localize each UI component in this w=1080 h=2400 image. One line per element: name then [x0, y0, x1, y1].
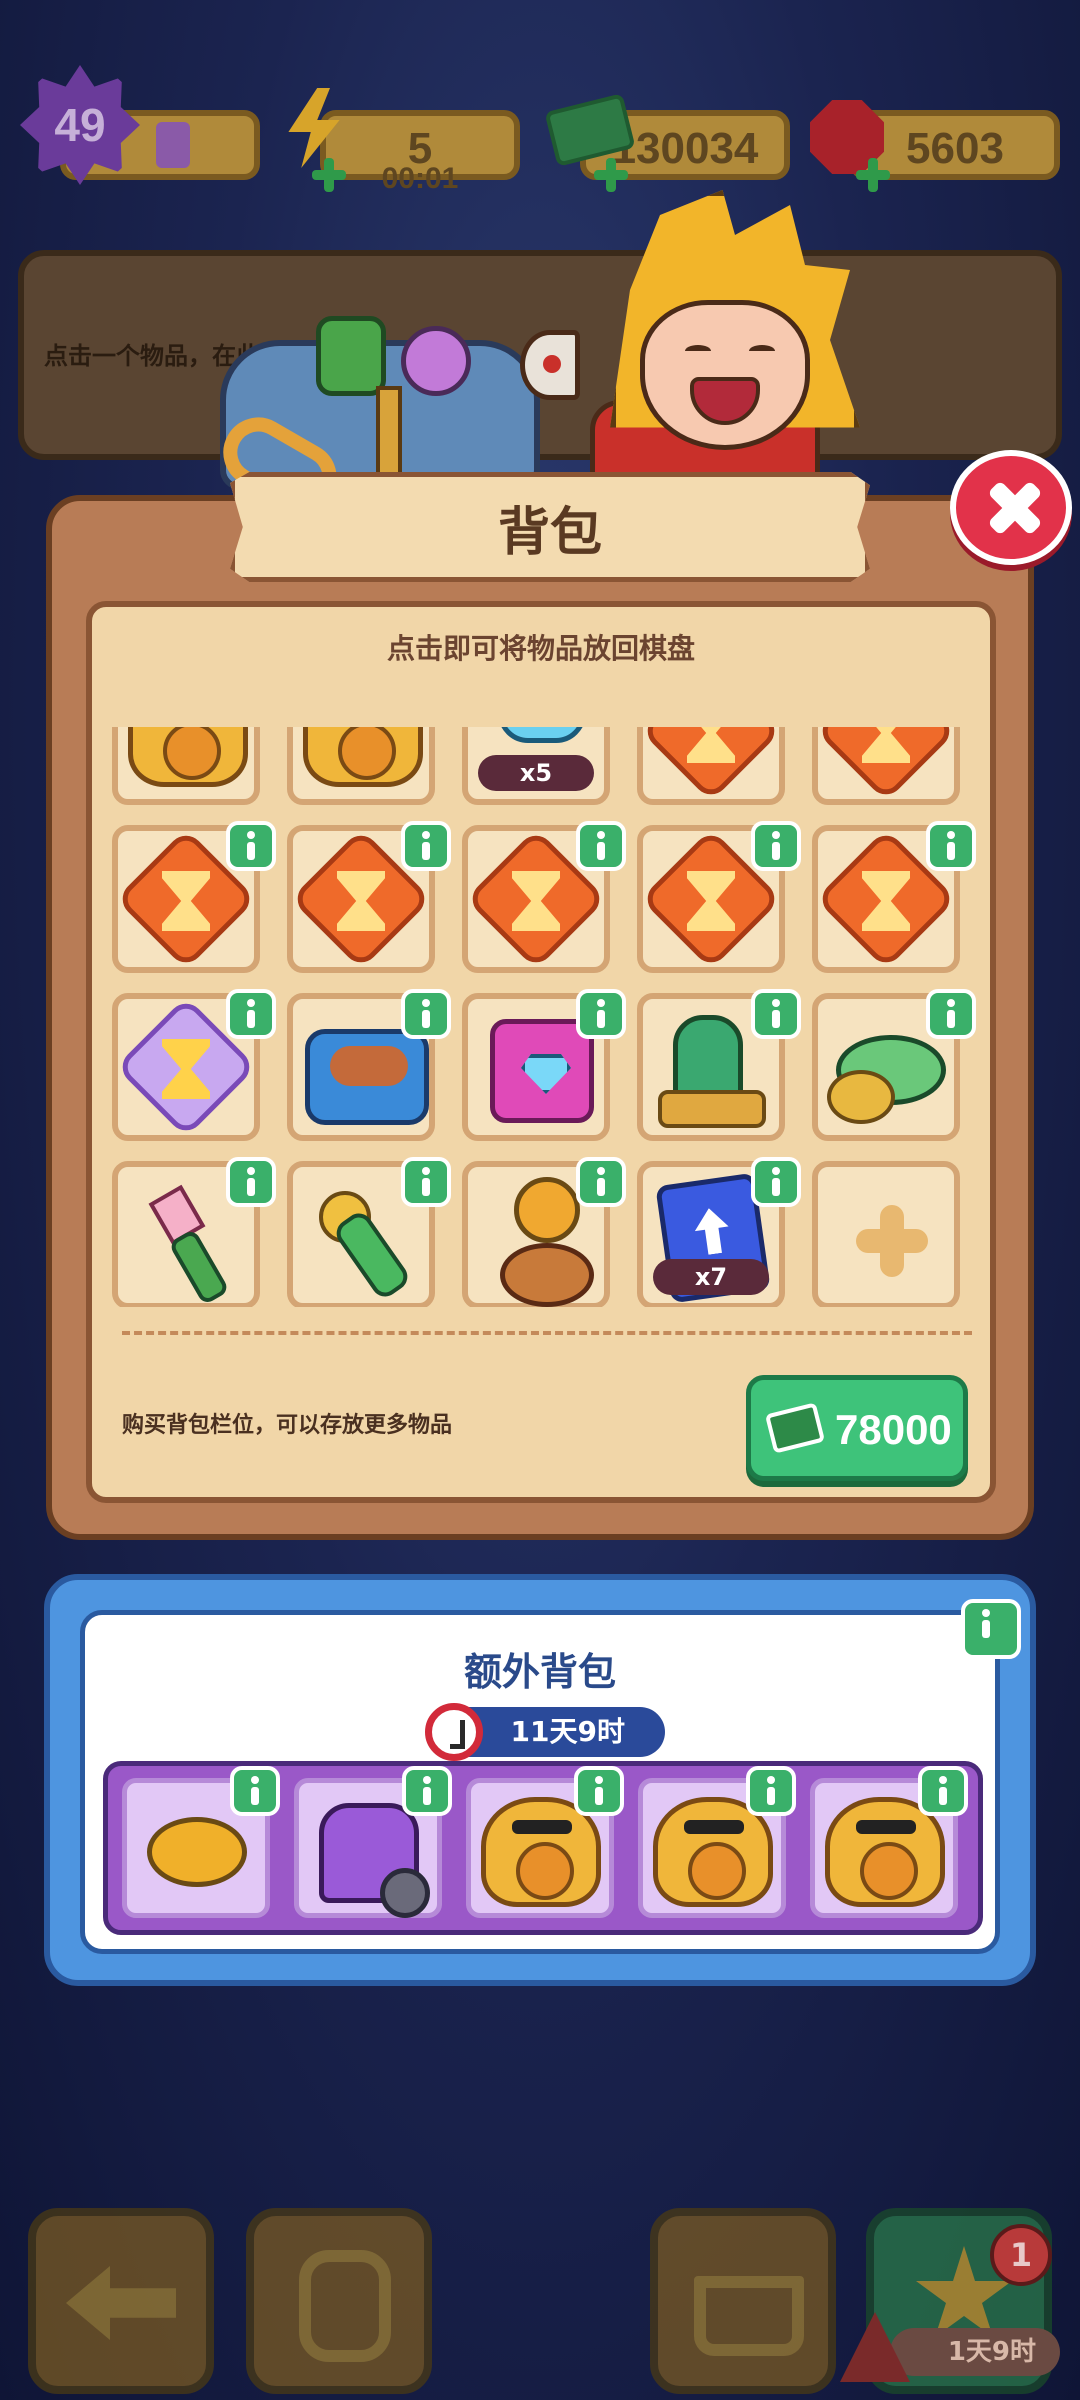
energy-timer: 00:01 — [381, 162, 459, 195]
add-gem-icon[interactable] — [856, 158, 890, 192]
character-eye-right — [749, 345, 775, 357]
extra-bag-timer-text: 11天9时 — [510, 1715, 625, 1748]
buy-slot-price: 78000 — [835, 1406, 952, 1453]
extra-bag-strip — [103, 1761, 983, 1935]
bowl-icon — [827, 1035, 946, 1124]
info-icon[interactable] — [574, 1766, 624, 1816]
backpack-icon — [299, 2250, 391, 2362]
info-icon[interactable] — [926, 989, 976, 1039]
info-icon[interactable] — [576, 1157, 626, 1207]
energy-counter[interactable]: 5 00:01 — [320, 110, 520, 195]
backpack-slot[interactable] — [112, 727, 260, 805]
info-icon[interactable] — [918, 1766, 968, 1816]
character-eye-left — [685, 345, 711, 357]
back-button[interactable] — [28, 2208, 214, 2394]
backpack-title-banner: 背包 — [230, 472, 870, 582]
item-count: x5 — [478, 755, 594, 791]
backpack-slot[interactable] — [812, 727, 960, 805]
lucky-cat-icon — [303, 727, 423, 787]
clock-icon — [425, 1703, 483, 1761]
backpack-slot[interactable] — [287, 727, 435, 805]
extra-bag-panel: 额外背包 11天9时 — [44, 1574, 1036, 1986]
add-energy-icon[interactable] — [312, 158, 346, 192]
info-icon[interactable] — [751, 989, 801, 1039]
gingerbread-icon — [658, 1015, 766, 1128]
backpack-title: 背包 — [497, 502, 602, 563]
divider — [122, 1331, 972, 1335]
info-icon[interactable] — [751, 821, 801, 871]
plus-icon — [856, 1205, 928, 1277]
extra-bag-timer: 11天9时 — [425, 1703, 665, 1761]
bag-gem-icon — [401, 326, 471, 396]
buy-slot-button[interactable]: 78000 — [746, 1375, 968, 1481]
info-icon[interactable] — [402, 1766, 452, 1816]
backpack-inner: 点击即可将物品放回棋盘 x5 x7 购买背包栏位，可以存放更多物品 78000 — [86, 601, 996, 1503]
arrow-left-icon — [66, 2266, 176, 2340]
info-icon[interactable] — [230, 1766, 280, 1816]
item-count: x7 — [653, 1259, 769, 1295]
xp-fill — [156, 122, 190, 168]
info-icon[interactable] — [401, 821, 451, 871]
backpack-slot[interactable]: x5 — [462, 727, 610, 805]
add-cash-icon[interactable] — [594, 158, 628, 192]
close-button[interactable] — [950, 450, 1072, 565]
axe-icon — [520, 330, 580, 400]
info-icon[interactable] — [926, 821, 976, 871]
basket-icon — [694, 2276, 804, 2356]
backpack-panel: 点击即可将物品放回棋盘 x5 x7 购买背包栏位，可以存放更多物品 78000 — [46, 495, 1034, 1540]
info-icon[interactable] — [226, 989, 276, 1039]
info-icon[interactable] — [226, 1157, 276, 1207]
add-slot-button[interactable] — [812, 1161, 960, 1307]
extra-bag-title: 额外背包 — [463, 1650, 616, 1694]
info-icon[interactable] — [751, 1157, 801, 1207]
backpack-slot[interactable] — [637, 727, 785, 805]
extra-bag-info-icon[interactable] — [961, 1599, 1021, 1659]
buy-slot-text: 购买背包栏位，可以存放更多物品 — [122, 1413, 453, 1438]
scooter-icon — [319, 1803, 430, 1918]
info-icon[interactable] — [576, 989, 626, 1039]
info-icon[interactable] — [576, 821, 626, 871]
blue-gears-icon — [498, 727, 586, 743]
brush-icon — [148, 1191, 228, 1291]
level-value: 49 — [54, 99, 106, 151]
bag-item-icon — [316, 316, 386, 396]
backpack-button[interactable] — [246, 2208, 432, 2394]
cheese-icon — [147, 1817, 247, 1887]
notification-badge: 1 — [990, 2224, 1052, 2286]
info-icon[interactable] — [401, 1157, 451, 1207]
tower-icon — [500, 1177, 594, 1307]
extra-bag-inner: 额外背包 11天9时 — [80, 1599, 1021, 1954]
shaker-icon — [319, 1191, 419, 1291]
info-icon[interactable] — [746, 1766, 796, 1816]
backpack-grid: x5 x7 — [112, 727, 984, 1307]
shop-button[interactable] — [650, 2208, 836, 2394]
lucky-cat-icon — [128, 727, 248, 787]
info-icon[interactable] — [226, 821, 276, 871]
cash-icon — [764, 1402, 826, 1454]
lunchbox-icon — [305, 1029, 429, 1125]
character-face — [640, 300, 810, 450]
info-icon[interactable] — [401, 989, 451, 1039]
event-timer: 1天9时 — [890, 2328, 1060, 2376]
backpack-subtitle: 点击即可将物品放回棋盘 — [386, 632, 695, 665]
top-bar: 49 5 00:01 130034 5603 — [20, 65, 1060, 210]
character-mouth — [690, 377, 760, 425]
